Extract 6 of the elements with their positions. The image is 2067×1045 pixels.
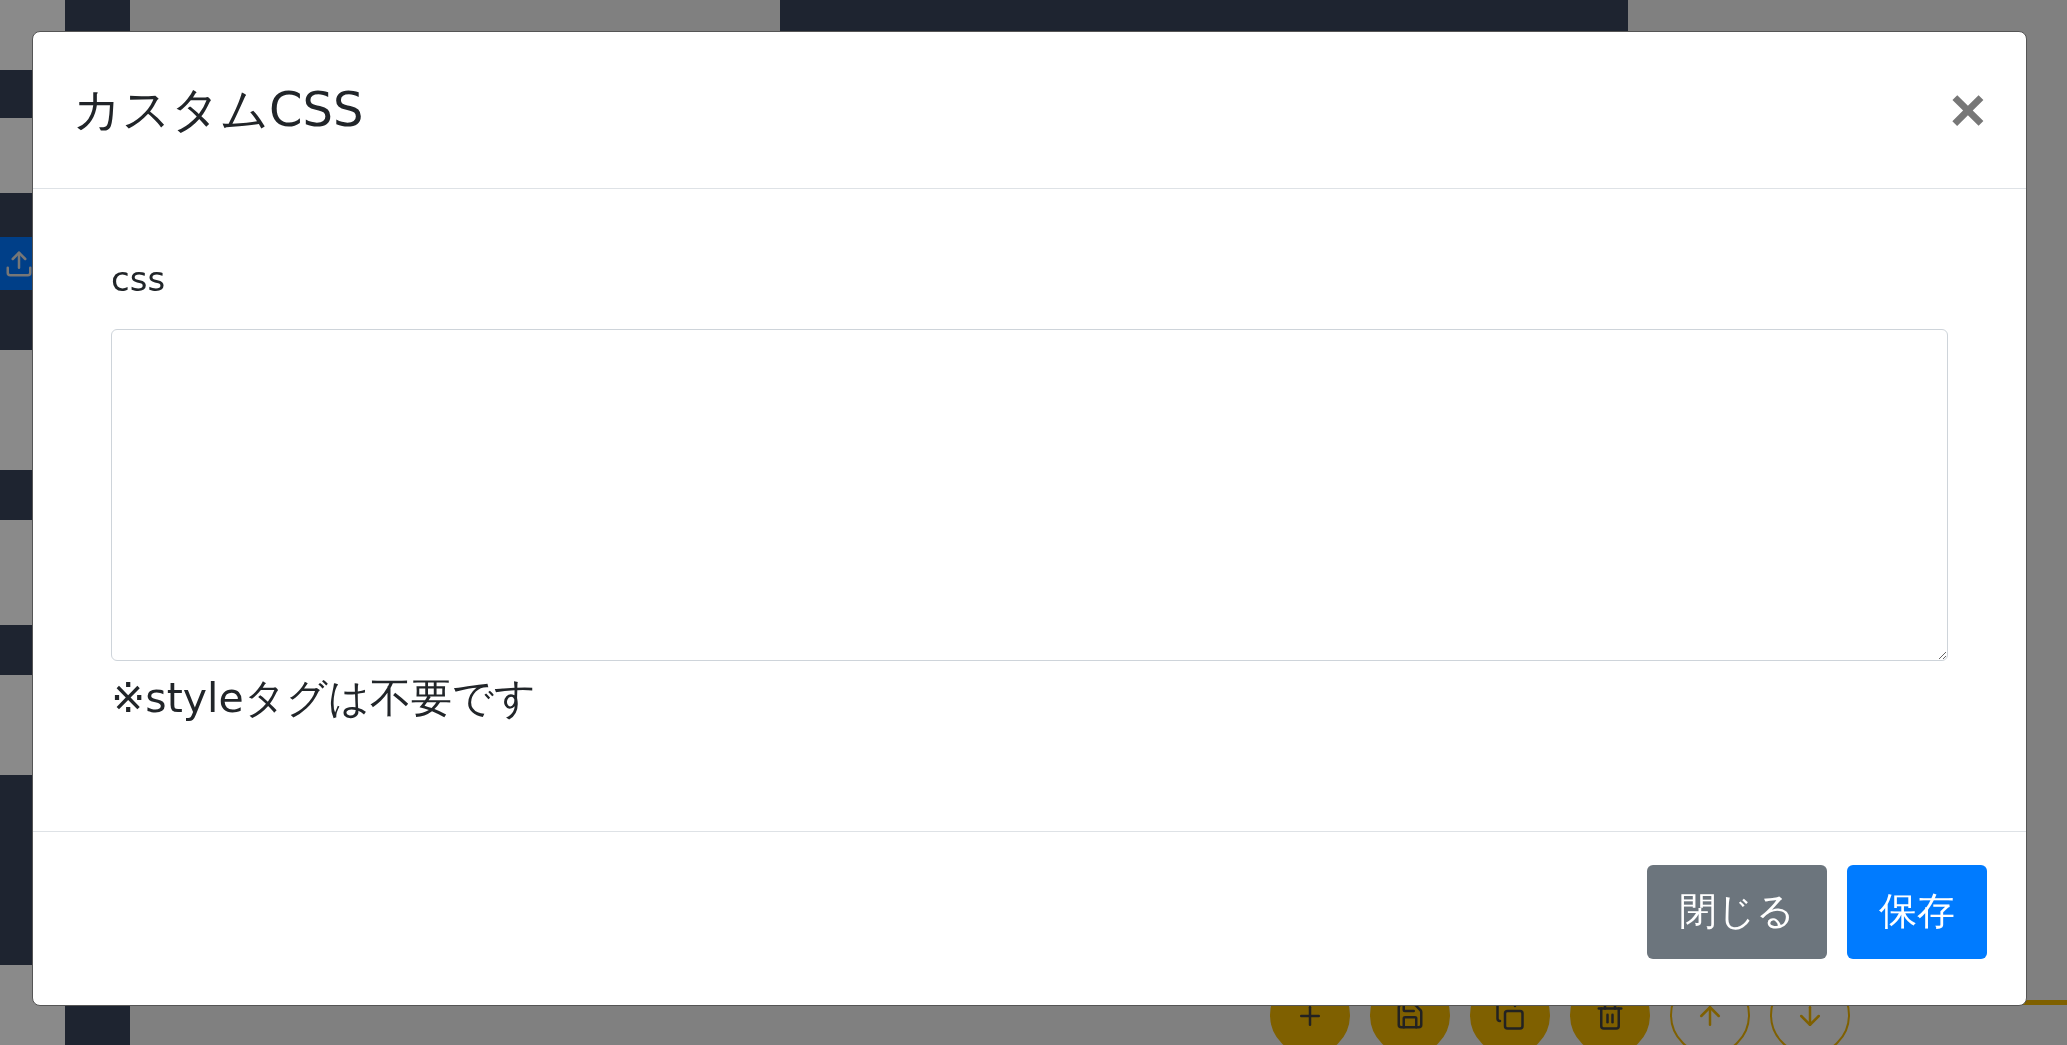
modal-title: カスタムCSS (73, 80, 364, 139)
field-label: css (111, 259, 167, 299)
close-dialog-button[interactable]: 閉じる (1647, 864, 1827, 959)
hint-text: ※styleタグは不要です (111, 673, 537, 724)
close-button[interactable]: × (1949, 79, 1986, 141)
save-button[interactable]: 保存 (1847, 864, 1987, 959)
